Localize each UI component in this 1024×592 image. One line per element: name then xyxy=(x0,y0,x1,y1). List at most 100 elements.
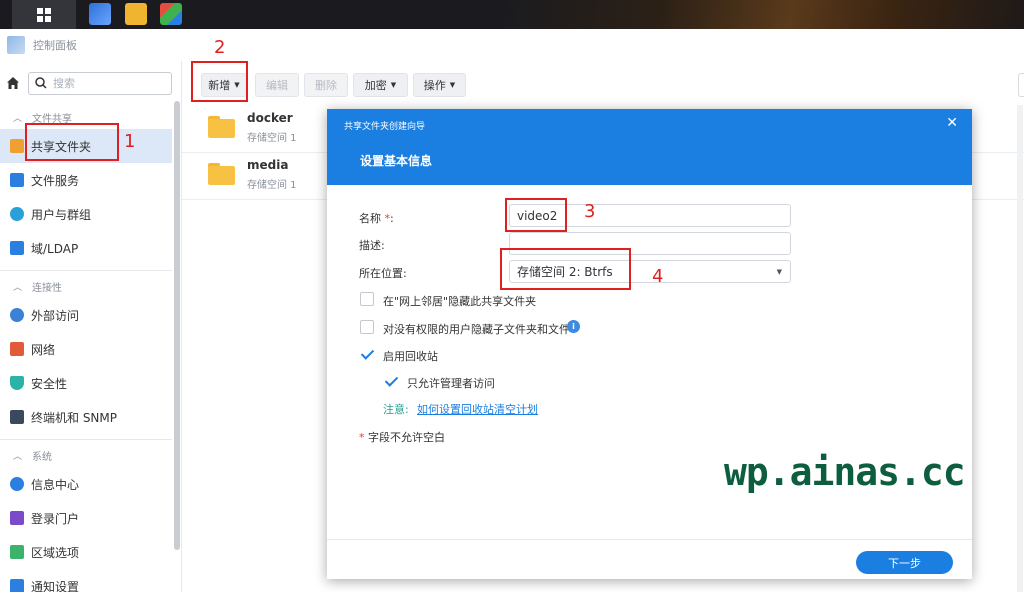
annotation-number-4: 4 xyxy=(652,266,664,287)
home-button[interactable] xyxy=(3,73,23,93)
sidebar-group-label: 系统 xyxy=(32,451,53,463)
sidebar-item-label: 信息中心 xyxy=(31,477,80,492)
hide-subfolders-checkbox[interactable] xyxy=(360,320,374,334)
dialog-footer: 下一步 xyxy=(327,539,972,579)
dropdown-arrow-icon: ▼ xyxy=(776,268,782,276)
action-button[interactable]: 操作 ▼ xyxy=(413,73,466,97)
folder-icon xyxy=(208,163,235,185)
annotation-box-4 xyxy=(500,248,631,290)
sidebar-group-connectivity[interactable]: ︿ 连接性 xyxy=(0,274,181,298)
toolbar-right-control[interactable] xyxy=(1018,73,1024,97)
sidebar-item-security[interactable]: 安全性 xyxy=(0,366,172,400)
annotation-box-2 xyxy=(191,61,248,102)
chevron-up-icon: ︿ xyxy=(13,451,23,462)
sidebar-item-login-portal[interactable]: 登录门户 xyxy=(0,501,172,535)
annotation-number-1: 1 xyxy=(124,131,136,152)
sidebar-item-label: 用户与群组 xyxy=(31,207,92,222)
encrypt-button[interactable]: 加密 ▼ xyxy=(353,73,408,97)
recycle-schedule-help-link[interactable]: 如何设置回收站清空计划 xyxy=(417,401,538,417)
grid-menu-icon xyxy=(37,7,51,22)
folder-name: docker xyxy=(247,111,293,125)
sidebar-item-label: 终端机和 SNMP xyxy=(31,410,117,425)
action-button-label: 操作 xyxy=(423,79,446,92)
info-icon[interactable]: i xyxy=(567,320,580,333)
sidebar-item-label: 登录门户 xyxy=(31,511,80,526)
toolbar: 新增 ▼ 编辑 删除 加密 ▼ 操作 ▼ xyxy=(182,61,1024,105)
window-title: 控制面板 xyxy=(33,39,77,52)
sidebar-item-users[interactable]: 用户与群组 xyxy=(0,197,172,231)
sidebar-item-regional-options[interactable]: 区域选项 xyxy=(0,535,172,569)
users-icon xyxy=(10,207,24,221)
encrypt-button-label: 加密 xyxy=(364,79,387,92)
info-center-icon xyxy=(10,477,24,491)
network-icon xyxy=(10,342,24,356)
folder-location: 存储空间 1 xyxy=(247,180,297,191)
sidebar-divider xyxy=(0,439,172,440)
window-title-bar: 控制面板 xyxy=(0,29,1024,61)
folder-name: media xyxy=(247,158,289,172)
ldap-icon xyxy=(10,241,24,255)
sidebar-item-ldap[interactable]: 域/LDAP xyxy=(0,231,172,265)
next-button-label: 下一步 xyxy=(888,556,921,570)
control-panel-icon xyxy=(7,36,25,54)
dialog-header: 共享文件夹创建向导 ✕ 设置基本信息 xyxy=(327,109,972,185)
annotation-number-3: 3 xyxy=(584,201,596,222)
sidebar-item-label: 域/LDAP xyxy=(31,241,79,256)
description-label: 描述: xyxy=(359,239,385,252)
watermark-text: wp.ainas.cc xyxy=(724,450,966,494)
sidebar-item-label: 文件服务 xyxy=(31,173,80,188)
chevron-up-icon: ︿ xyxy=(13,282,23,293)
dialog-subtitle: 设置基本信息 xyxy=(360,154,433,168)
sidebar-item-label: 区域选项 xyxy=(31,545,80,560)
file-station-taskbar-icon[interactable] xyxy=(125,3,147,25)
sidebar-group-label: 连接性 xyxy=(32,282,63,294)
search-box[interactable] xyxy=(28,71,172,95)
terminal-icon xyxy=(10,410,24,424)
login-portal-icon xyxy=(10,511,24,525)
admin-only-checkbox[interactable] xyxy=(384,374,398,388)
hide-network-checkbox[interactable] xyxy=(360,292,374,306)
file-services-icon xyxy=(10,173,24,187)
external-access-icon xyxy=(10,308,24,322)
main-menu-button[interactable] xyxy=(12,0,76,29)
package-center-taskbar-icon[interactable] xyxy=(160,3,182,25)
list-scrollbar[interactable] xyxy=(1017,105,1023,592)
location-label: 所在位置: xyxy=(359,267,407,280)
sidebar-scrollbar[interactable] xyxy=(174,101,180,550)
notification-icon xyxy=(10,579,24,592)
home-icon xyxy=(7,77,19,89)
regional-icon xyxy=(10,545,24,559)
enable-recycle-bin-checkbox[interactable] xyxy=(360,347,374,361)
sidebar-group-system[interactable]: ︿ 系统 xyxy=(0,443,181,467)
delete-button[interactable]: 删除 xyxy=(304,73,348,97)
next-button[interactable]: 下一步 xyxy=(856,551,953,574)
annotation-box-1 xyxy=(25,123,119,161)
dialog-title: 共享文件夹创建向导 xyxy=(344,122,426,132)
taskbar-wallpaper xyxy=(504,0,1024,29)
enable-recycle-bin-label: 启用回收站 xyxy=(383,350,438,363)
sidebar-item-notification[interactable]: 通知设置 xyxy=(0,569,172,592)
caret-down-icon: ▼ xyxy=(390,81,397,89)
note-label: 注意: xyxy=(383,403,409,416)
control-panel-taskbar-icon[interactable] xyxy=(89,3,111,25)
create-shared-folder-dialog: 共享文件夹创建向导 ✕ 设置基本信息 名称 *: 描述: 所在位置: 存储空间 … xyxy=(327,109,972,579)
sidebar-divider xyxy=(0,270,172,271)
sidebar-item-info-center[interactable]: 信息中心 xyxy=(0,467,172,501)
sidebar-item-network[interactable]: 网络 xyxy=(0,332,172,366)
sidebar-item-terminal-snmp[interactable]: 终端机和 SNMP xyxy=(0,400,172,434)
search-icon xyxy=(35,77,47,89)
search-input[interactable] xyxy=(53,76,163,90)
chevron-up-icon: ︿ xyxy=(13,113,23,124)
delete-button-label: 删除 xyxy=(315,79,337,92)
close-icon[interactable]: ✕ xyxy=(946,115,958,131)
folder-location: 存储空间 1 xyxy=(247,133,297,144)
edit-button[interactable]: 编辑 xyxy=(255,73,299,97)
folder-icon xyxy=(208,116,235,138)
edit-button-label: 编辑 xyxy=(266,79,288,92)
name-label: 名称 *: xyxy=(359,212,394,225)
required-field-note: * 字段不允许空白 xyxy=(359,431,445,444)
sidebar-item-label: 安全性 xyxy=(31,376,68,391)
sidebar-item-external-access[interactable]: 外部访问 xyxy=(0,298,172,332)
caret-down-icon: ▼ xyxy=(449,81,456,89)
sidebar-item-file-services[interactable]: 文件服务 xyxy=(0,163,172,197)
